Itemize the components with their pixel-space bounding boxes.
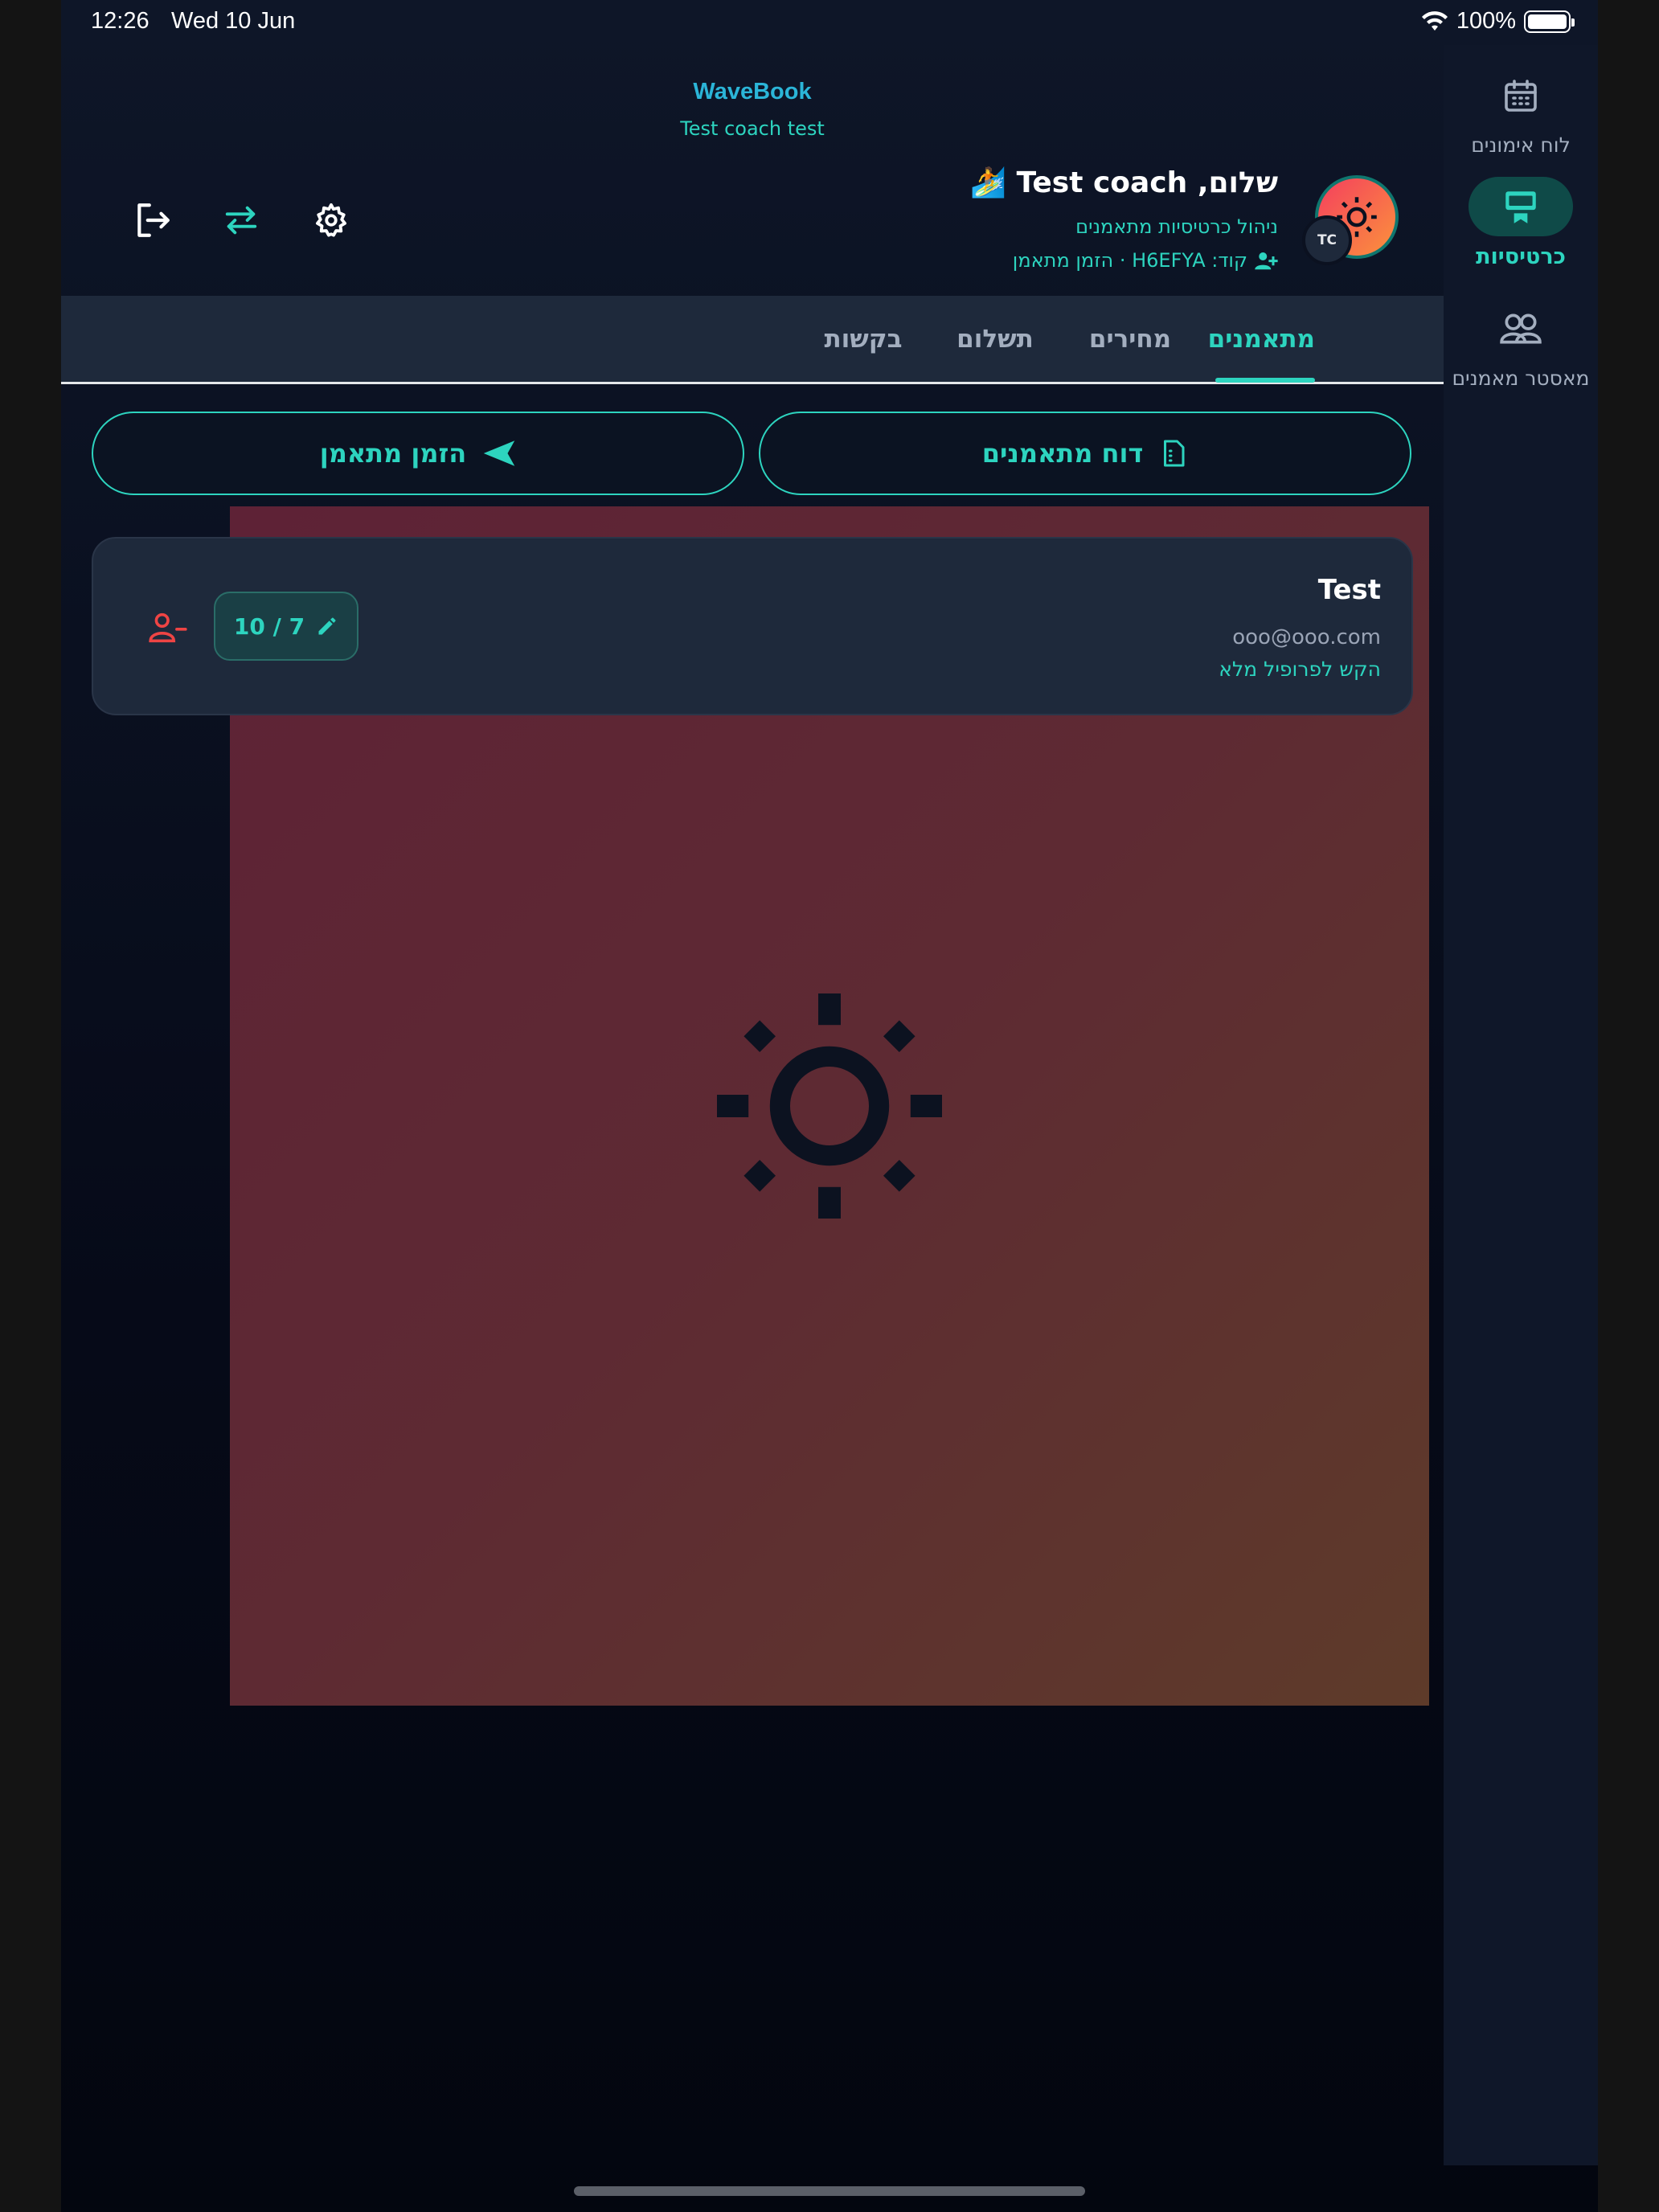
invite-code-text: קוד: H6EFYA · הזמן מתאמן bbox=[1012, 249, 1247, 272]
sidebar-item-master-coaches[interactable]: מאסטר מאמנים bbox=[1444, 299, 1598, 390]
pencil-icon bbox=[318, 617, 336, 635]
sidebar-item-training-board[interactable]: לוח אימונים bbox=[1444, 66, 1598, 157]
trainees-report-button[interactable]: דוח מתאמנים bbox=[759, 412, 1411, 495]
invite-trainee-button[interactable]: הזמן מתאמן bbox=[92, 412, 744, 495]
sessions-count: 10 / 7 bbox=[233, 612, 305, 640]
send-icon bbox=[484, 440, 515, 466]
switch-role-button[interactable] bbox=[217, 196, 265, 244]
sidebar-item-cards[interactable]: כרטיסיות bbox=[1444, 177, 1598, 269]
report-icon bbox=[1164, 440, 1185, 467]
gear-icon bbox=[316, 203, 346, 237]
add-user-icon bbox=[1255, 252, 1278, 270]
trainee-profile-link[interactable]: הקש לפרופיל מלא bbox=[1219, 657, 1381, 681]
app-screen: 12:26 Wed 10 Jun 100% WaveBook Test coac… bbox=[61, 0, 1598, 2212]
avatar-initials: TC bbox=[1302, 215, 1352, 265]
tab-trainees[interactable]: מתאמנים bbox=[1208, 325, 1315, 354]
remove-user-icon bbox=[149, 612, 187, 643]
battery-percent: 100% bbox=[1456, 8, 1516, 34]
tab-prices[interactable]: מחירים bbox=[1079, 325, 1182, 354]
status-date: Wed 10 Jun bbox=[171, 8, 296, 34]
status-bar: 12:26 Wed 10 Jun 100% bbox=[61, 0, 1598, 45]
sidebar-item-label: לוח אימונים bbox=[1471, 133, 1571, 157]
logout-icon bbox=[137, 203, 170, 237]
sun-icon bbox=[717, 993, 942, 1219]
settings-button[interactable] bbox=[307, 196, 355, 244]
users-icon bbox=[1500, 313, 1542, 344]
logout-button[interactable] bbox=[129, 196, 177, 244]
header-subtitle: ניהול כרטיסיות מתאמנים bbox=[1075, 215, 1278, 238]
invite-trainee-label: הזמן מתאמן bbox=[319, 438, 467, 469]
sidebar-item-label: כרטיסיות bbox=[1476, 244, 1566, 269]
calendar-icon bbox=[1505, 80, 1537, 112]
sessions-edit-button[interactable]: 10 / 7 bbox=[214, 592, 358, 661]
greeting-title: שלום, Test coach 🏄 bbox=[970, 166, 1278, 199]
tab-payment[interactable]: תשלום bbox=[945, 325, 1045, 354]
invite-code-link[interactable]: קוד: H6EFYA · הזמן מתאמן bbox=[1013, 249, 1278, 272]
side-nav: לוח אימונים כרטיסיות מאסטר מאמנים bbox=[1444, 45, 1598, 2165]
app-title: WaveBook bbox=[693, 79, 812, 104]
trainee-card[interactable]: Test ooo@ooo.com הקש לפרופיל מלא 10 / 7 bbox=[92, 537, 1413, 715]
trainee-name: Test bbox=[1317, 574, 1381, 606]
card-icon bbox=[1505, 191, 1536, 223]
remove-trainee-button[interactable] bbox=[148, 608, 188, 648]
home-indicator bbox=[574, 2186, 1085, 2196]
account-label: Test coach test bbox=[680, 117, 825, 140]
swap-icon bbox=[225, 206, 257, 235]
wifi-icon bbox=[1421, 10, 1448, 31]
sidebar-item-label: מאסטר מאמנים bbox=[1452, 367, 1590, 390]
tab-requests[interactable]: בקשות bbox=[813, 325, 913, 354]
tab-active-indicator bbox=[1215, 378, 1315, 383]
status-time: 12:26 bbox=[91, 8, 150, 34]
status-right: 100% bbox=[1421, 8, 1575, 35]
trainee-email: ooo@ooo.com bbox=[1232, 625, 1381, 649]
trainees-report-label: דוח מתאמנים bbox=[981, 438, 1144, 469]
battery-icon bbox=[1524, 10, 1575, 33]
tabs-bar: מתאמנים מחירים תשלום בקשות bbox=[61, 296, 1444, 384]
